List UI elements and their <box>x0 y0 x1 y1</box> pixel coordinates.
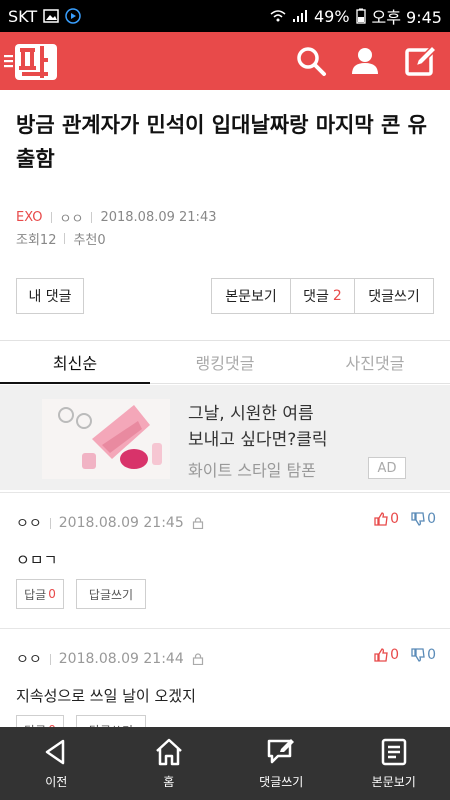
divider <box>49 517 51 529</box>
post-meta: EXO ㅇㅇ 2018.08.09 21:43 <box>16 208 216 227</box>
search-icon[interactable] <box>294 44 328 78</box>
nav-home-label: 홈 <box>163 775 175 789</box>
reply-button[interactable]: 답글0 <box>16 579 64 609</box>
nav-write-comment-label: 댓글쓰기 <box>259 775 304 789</box>
nav-home[interactable]: 홈 <box>113 727 226 800</box>
downvote-button[interactable]: 0 <box>411 647 436 663</box>
view-post-button[interactable]: 본문보기 <box>211 278 291 314</box>
app-header <box>0 32 450 90</box>
nav-back[interactable]: 이전 <box>0 727 113 800</box>
comment-votes: 0 0 <box>374 511 436 527</box>
ad-banner[interactable]: 그날, 시원한 여름 보내고 싶다면?클릭 화이트 스타일 탐폰 AD <box>0 385 450 490</box>
play-notification-icon <box>65 8 81 24</box>
comment-votes: 0 0 <box>374 647 436 663</box>
divider <box>50 212 52 223</box>
reply-label: 답글 <box>24 587 47 602</box>
my-comments-label: 내 댓글 <box>28 289 72 305</box>
reply-count: 0 <box>48 587 56 601</box>
views-count: 조회12 <box>16 233 57 248</box>
ad-headline-1: 그날, 시원한 여름 <box>188 404 314 424</box>
nav-view-post[interactable]: 본문보기 <box>338 727 450 800</box>
status-bar: SKT 49% 오후 9:45 <box>0 0 450 32</box>
user-icon[interactable] <box>348 44 382 78</box>
write-icon[interactable] <box>404 44 438 78</box>
comment-datetime: 2018.08.09 21:45 <box>58 515 184 531</box>
comment-text: 지속성으로 쓰일 날이 오겠지 <box>16 687 196 705</box>
nav-back-label: 이전 <box>45 775 68 789</box>
comment-datetime: 2018.08.09 21:44 <box>58 651 184 667</box>
pann-logo[interactable] <box>4 38 60 84</box>
comment-meta: ㅇㅇ 2018.08.09 21:45 <box>16 513 204 533</box>
thumbs-up-icon <box>374 512 388 526</box>
write-comment-button[interactable]: 댓글쓰기 <box>354 278 434 314</box>
document-icon <box>381 738 406 766</box>
comments-button[interactable]: 댓글 2 <box>290 278 355 314</box>
ad-headline-2: 보내고 싶다면?클릭 <box>188 430 328 450</box>
divider <box>49 653 51 665</box>
downvote-button[interactable]: 0 <box>411 511 436 527</box>
comment-author: ㅇㅇ <box>16 652 42 668</box>
comments-label: 댓글 <box>303 289 329 305</box>
clock: 오후 9:45 <box>371 8 442 27</box>
upvote-count: 0 <box>390 647 400 663</box>
write-reply-label: 답글쓰기 <box>88 587 134 602</box>
my-comments-button[interactable]: 내 댓글 <box>16 278 84 314</box>
upvote-button[interactable]: 0 <box>374 647 399 663</box>
ad-badge: AD <box>368 457 406 479</box>
post-title: 방금 관계자가 민석이 입대날짜랑 마지막 콘 유출함 <box>16 113 427 171</box>
comment-text: ㅇㅁㄱ <box>16 551 58 569</box>
wifi-icon <box>270 10 286 22</box>
tab-photo[interactable]: 사진댓글 <box>300 341 450 383</box>
post-datetime: 2018.08.09 21:43 <box>100 210 217 225</box>
comment-sort-tabs: 최신순 랭킹댓글 사진댓글 <box>0 340 450 384</box>
thumbs-down-icon <box>411 648 425 662</box>
ad-image <box>42 399 170 479</box>
write-reply-button[interactable]: 답글쓰기 <box>76 579 146 609</box>
image-notification-icon <box>43 9 59 23</box>
back-icon <box>46 739 65 765</box>
downvote-count: 0 <box>427 647 436 663</box>
upvote-count: 0 <box>390 511 400 527</box>
battery-icon <box>355 8 366 24</box>
nav-write-comment[interactable]: 댓글쓰기 <box>225 727 338 800</box>
ad-sponsor: 화이트 스타일 탐폰 <box>188 461 316 480</box>
tab-ranking[interactable]: 랭킹댓글 <box>150 341 300 383</box>
comment-item: ㅇㅇ 2018.08.09 21:45 0 0 ㅇㅁㄱ 답글 0 답글쓰기 <box>0 492 450 627</box>
downvote-count: 0 <box>427 511 436 527</box>
thumbs-up-icon <box>374 648 388 662</box>
view-post-label: 본문보기 <box>225 289 277 305</box>
lock-icon <box>192 517 203 529</box>
divider <box>91 212 93 223</box>
carrier-label: SKT <box>8 6 38 26</box>
comment-author: ㅇㅇ <box>16 516 42 532</box>
recommend-count: 추천0 <box>73 233 106 248</box>
write-comment-label: 댓글쓰기 <box>368 289 420 305</box>
nav-view-post-label: 본문보기 <box>371 775 416 789</box>
post-stats: 조회12 추천0 <box>16 229 106 248</box>
comments-count: 2 <box>332 288 342 304</box>
divider <box>64 233 66 244</box>
comment-write-icon <box>268 739 295 764</box>
bottom-nav: 이전 홈 댓글쓰기 본문보기 <box>0 727 450 800</box>
signal-icon <box>292 10 307 22</box>
tab-latest[interactable]: 최신순 <box>0 341 150 384</box>
post-author: ㅇㅇ <box>59 212 84 227</box>
home-icon <box>155 738 182 766</box>
thumbs-down-icon <box>411 512 425 526</box>
lock-icon <box>192 653 203 665</box>
comment-meta: ㅇㅇ 2018.08.09 21:44 <box>16 649 204 669</box>
battery-percent: 49% <box>313 6 350 26</box>
upvote-button[interactable]: 0 <box>374 511 399 527</box>
post-category[interactable]: EXO <box>16 210 43 225</box>
comment-item: ㅇㅇ 2018.08.09 21:44 0 0 지속성으로 쓰일 날이 오겠지 … <box>0 628 450 745</box>
